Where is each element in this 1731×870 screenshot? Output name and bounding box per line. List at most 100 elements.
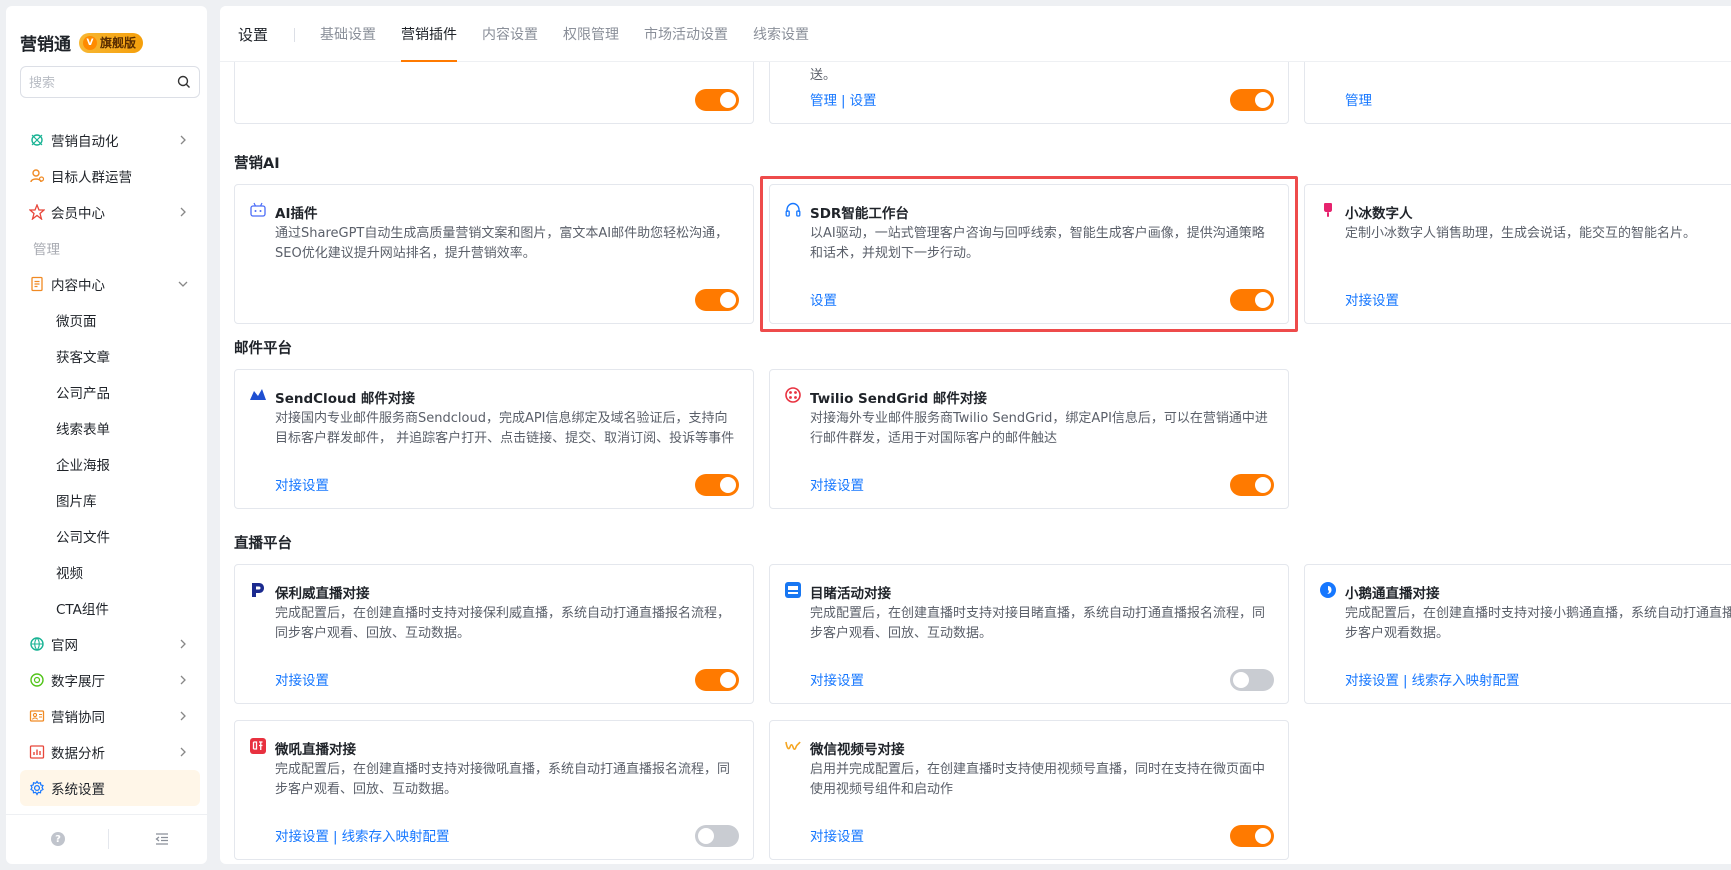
tab-permissions[interactable]: 权限管理 — [563, 6, 619, 62]
integration-settings-link[interactable]: 对接设置 — [275, 478, 329, 494]
chevron-right-icon — [180, 135, 186, 145]
chevron-right-icon — [180, 747, 186, 757]
member-icon — [28, 203, 46, 221]
integration-settings-link[interactable]: 对接设置 — [275, 829, 329, 845]
plugin-description: 以AI驱动，一站式管理客户咨询与回呼线索，智能生成客户画像，提供沟通策略和话术，… — [810, 226, 1265, 261]
chevron-right-icon — [180, 207, 186, 217]
plugin-title: 目睹活动对接 — [810, 586, 891, 602]
manage-link[interactable]: 管理 — [810, 93, 837, 109]
plugin-toggle[interactable] — [1230, 669, 1274, 691]
headset-icon — [784, 201, 802, 219]
plugin-toggle[interactable] — [695, 669, 739, 691]
plugin-description: 完成配置后，在创建直播时支持对接保利威直播，系统自动打通直播报名流程，同步客户观… — [275, 606, 731, 641]
plugin-links: 对接设置 | 线索存入映射配置 — [275, 825, 450, 845]
plugin-title: 小冰数字人 — [1345, 206, 1413, 222]
sidebar-item-member-center[interactable]: 会员中心 — [20, 194, 200, 230]
integration-settings-link[interactable]: 对接设置 — [1345, 673, 1399, 689]
lead-mapping-link[interactable]: 线索存入映射配置 — [1412, 673, 1520, 689]
sidebar-item-label: 会员中心 — [51, 206, 105, 222]
audience-icon — [28, 167, 46, 185]
sidebar-item-label: 内容中心 — [51, 278, 105, 294]
plugin-title: AI插件 — [275, 206, 318, 222]
plugin-title: 小鹅通直播对接 — [1345, 586, 1440, 602]
sidebar-subitem[interactable]: CTA组件 — [20, 590, 200, 626]
sidebar-item-data-analysis[interactable]: 数据分析 — [20, 734, 200, 770]
plugin-links: 对接设置 | 线索存入映射配置 — [1345, 669, 1520, 689]
sidebar-item-label: 目标人群运营 — [51, 170, 132, 186]
plugin-title: 微吼直播对接 — [275, 742, 356, 758]
plugin-title: 微信视频号对接 — [810, 742, 905, 758]
divider — [108, 829, 109, 849]
tab-lead-settings[interactable]: 线索设置 — [753, 6, 809, 62]
divider — [294, 28, 295, 42]
plugin-card-ai-plugin: AI插件 通过ShareGPT自动生成高质量营销文案和图片，富文本AI邮件助您轻… — [234, 184, 754, 324]
plugin-toggle[interactable] — [695, 474, 739, 496]
gear-icon — [28, 779, 46, 797]
sidebar-item-marketing-automation[interactable]: 营销自动化 — [20, 122, 200, 158]
tab-marketing-plugins[interactable]: 营销插件 — [401, 6, 457, 62]
plugin-toggle[interactable] — [1230, 89, 1274, 111]
sidebar-subitem[interactable]: 公司文件 — [20, 518, 200, 554]
sidebar-subitem[interactable]: 公司产品 — [20, 374, 200, 410]
integration-settings-link[interactable]: 对接设置 — [810, 829, 864, 845]
sidebar-item-label: 营销协同 — [51, 710, 105, 726]
tab-campaign-settings[interactable]: 市场活动设置 — [644, 6, 728, 62]
collapse-sidebar-icon[interactable] — [154, 831, 170, 847]
sidebar-subitem[interactable]: 图片库 — [20, 482, 200, 518]
automation-icon — [28, 131, 46, 149]
chevron-right-icon — [180, 711, 186, 721]
plugin-toggle[interactable] — [1230, 825, 1274, 847]
collab-icon — [28, 707, 46, 725]
document-icon — [28, 275, 46, 293]
sidebar-item-system-settings[interactable]: 系统设置 — [20, 770, 200, 806]
settings-link[interactable]: 设置 — [810, 293, 837, 309]
link-separator: | — [1403, 673, 1408, 689]
plugin-links: 对接设置 — [810, 474, 864, 494]
sidebar-item-target-audience[interactable]: 目标人群运营 — [20, 158, 200, 194]
sidebar-subitem[interactable]: 线索表单 — [20, 410, 200, 446]
robot-icon — [249, 201, 267, 219]
xiaoe-logo-icon — [1319, 581, 1337, 599]
lead-mapping-link[interactable]: 线索存入映射配置 — [342, 829, 450, 845]
sidebar-nav: 营销自动化 目标人群运营 会员中心 管理 内容中心 微页面 获客文章 公司产品 … — [20, 122, 200, 806]
plugin-card-xiaoe: 小鹅通直播对接 完成配置后，在创建直播时支持对接小鹅通直播，系统自动打通直播报名… — [1304, 564, 1731, 704]
plugin-description: 启用并完成配置后，在创建直播时支持使用视频号直播，同时在支持在微页面中使用视频号… — [810, 762, 1266, 797]
tab-basic-settings[interactable]: 基础设置 — [320, 6, 376, 62]
integration-settings-link[interactable]: 对接设置 — [1345, 293, 1399, 309]
chevron-down-icon — [178, 281, 188, 287]
sidebar-subitem[interactable]: 微页面 — [20, 302, 200, 338]
wechat-channels-icon — [784, 737, 802, 755]
plugin-toggle[interactable] — [1230, 289, 1274, 311]
integration-settings-link[interactable]: 对接设置 — [810, 478, 864, 494]
integration-settings-link[interactable]: 对接设置 — [810, 673, 864, 689]
plugin-title: Twilio SendGrid 邮件对接 — [810, 391, 987, 407]
plugin-toggle[interactable] — [695, 825, 739, 847]
search-icon[interactable] — [177, 75, 191, 89]
plugin-toggle[interactable] — [695, 289, 739, 311]
help-icon[interactable]: ? — [51, 832, 65, 846]
sidebar-item-marketing-collab[interactable]: 营销协同 — [20, 698, 200, 734]
twilio-logo-icon — [784, 386, 802, 404]
sidebar-subitem[interactable]: 企业海报 — [20, 446, 200, 482]
plugin-description: 完成配置后，在创建直播时支持对接微吼直播，系统自动打通直播报名流程，同步客户观看… — [275, 762, 731, 797]
sidebar-item-content-center[interactable]: 内容中心 — [20, 266, 200, 302]
sidebar-item-website[interactable]: 官网 — [20, 626, 200, 662]
plugin-links: 对接设置 — [810, 669, 864, 689]
tab-content-settings[interactable]: 内容设置 — [482, 6, 538, 62]
section-title-ai: 营销AI — [234, 156, 280, 172]
integration-settings-link[interactable]: 对接设置 — [275, 673, 329, 689]
plugin-description: 完成配置后，在创建直播时支持对接小鹅通直播，系统自动打通直播报名流程，同步客户观… — [1345, 606, 1731, 641]
sendcloud-logo-icon — [249, 386, 267, 404]
link-separator: | — [841, 93, 846, 109]
sidebar-subitem[interactable]: 视频 — [20, 554, 200, 590]
search-input[interactable] — [29, 74, 177, 90]
manage-link[interactable]: 管理 — [1345, 93, 1372, 109]
settings-link[interactable]: 设置 — [850, 93, 877, 109]
plugin-description: 对接海外专业邮件服务商Twilio SendGrid，绑定API信息后，可以在营… — [810, 411, 1268, 446]
sidebar-subitem[interactable]: 获客文章 — [20, 338, 200, 374]
plugin-card-weihou: 微吼直播对接 完成配置后，在创建直播时支持对接微吼直播，系统自动打通直播报名流程… — [234, 720, 754, 860]
plugin-toggle[interactable] — [695, 89, 739, 111]
sidebar-item-digital-showroom[interactable]: 数字展厅 — [20, 662, 200, 698]
plugin-toggle[interactable] — [1230, 474, 1274, 496]
sidebar-item-label: 数据分析 — [51, 746, 105, 762]
